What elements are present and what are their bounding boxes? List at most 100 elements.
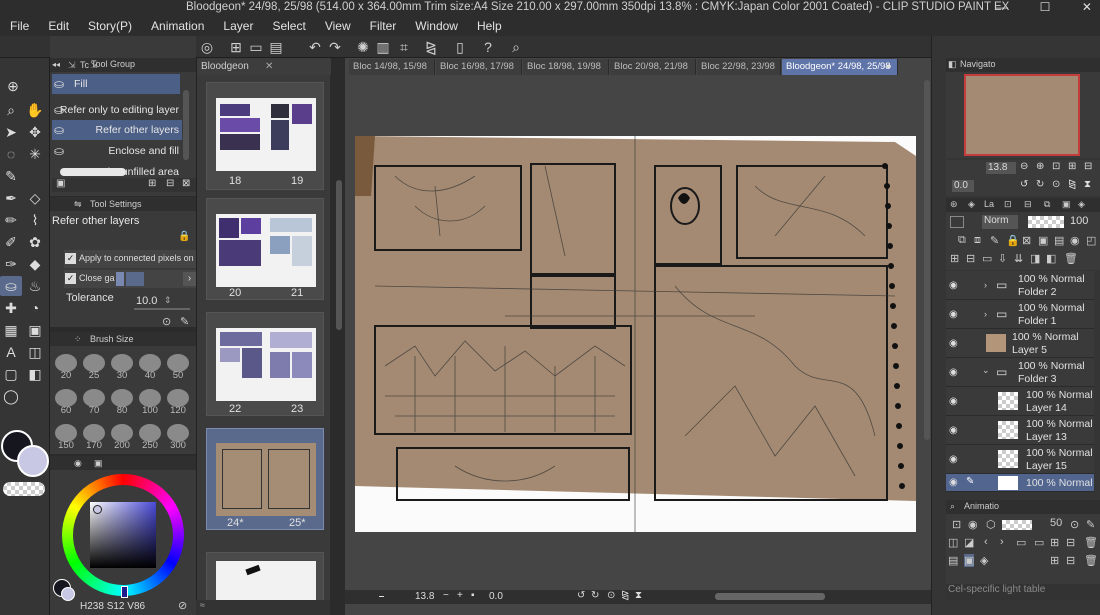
close-tab-icon[interactable]: ✕: [265, 59, 273, 75]
frame-icon[interactable]: ▦: [0, 320, 22, 340]
ruler-tool-icon[interactable]: ▣: [24, 320, 46, 340]
eraser-2-icon[interactable]: ◆: [24, 254, 46, 274]
lasso-icon[interactable]: ◌: [0, 144, 22, 164]
menu-select[interactable]: Select: [272, 19, 305, 33]
apply-connected-row[interactable]: ✓ Apply to connected pixels on: [64, 250, 196, 268]
flip-icon[interactable]: ⧎: [423, 39, 439, 55]
close-gap-checkbox[interactable]: ✓: [65, 273, 76, 284]
eyedropper-icon[interactable]: ✎: [0, 166, 22, 186]
auto-select-icon[interactable]: ✳: [24, 144, 46, 164]
reset-icon[interactable]: ⊙: [162, 315, 171, 328]
add-cel-icon[interactable]: ⊟: [1066, 536, 1075, 549]
create-mask-icon[interactable]: ◨: [1030, 252, 1040, 265]
brush-size-preset[interactable]: 80: [110, 389, 134, 416]
delete-cel-icon[interactable]: 🗑: [1084, 554, 1098, 567]
layer-extra-tab-icon[interactable]: ⧉: [1044, 199, 1050, 210]
add-cel-icon[interactable]: ⊞: [1050, 536, 1059, 549]
new-vector-layer-icon[interactable]: ⊟: [966, 252, 975, 265]
page-spread-20-21[interactable]: 20 21: [206, 198, 324, 300]
redo-icon[interactable]: ↷: [327, 39, 343, 55]
opacity-checker[interactable]: [1002, 520, 1032, 530]
eye-icon[interactable]: ◉: [949, 425, 961, 436]
decoration-icon[interactable]: ✿: [24, 232, 46, 252]
nav-fit-icon[interactable]: ⊡: [1052, 161, 1060, 172]
navigate-icon[interactable]: ⊕: [2, 76, 24, 96]
toggle-icon[interactable]: ▭: [1016, 536, 1026, 549]
new-folder-icon[interactable]: ▭: [982, 252, 992, 265]
toggle-icon[interactable]: ▭: [1034, 536, 1044, 549]
airbrush-icon[interactable]: ✐: [0, 232, 22, 252]
brush-size-preset[interactable]: 150: [54, 424, 78, 451]
copy-subtool-icon[interactable]: ⊟: [166, 178, 174, 189]
navigator-tab-icon[interactable]: ◧: [948, 59, 957, 70]
move-icon[interactable]: ✥: [24, 122, 46, 142]
sub-color-mini[interactable]: [61, 587, 75, 601]
layer-property-tab-icon[interactable]: ⊛: [950, 199, 958, 210]
apply-connected-checkbox[interactable]: ✓: [65, 253, 76, 264]
zoom-in-icon[interactable]: +: [457, 590, 463, 601]
nav-zoom-in-icon[interactable]: ⊕: [1036, 161, 1044, 172]
brush-size-preset[interactable]: 70: [82, 389, 106, 416]
layer-row-layer-5[interactable]: ◉ 100 % Normal Layer 5: [946, 329, 1094, 358]
subtool-refer-other-layers[interactable]: Refer other layers: [52, 120, 182, 140]
balloon-icon[interactable]: ◧: [24, 364, 46, 384]
color-slider-tab-icon[interactable]: ▣: [94, 456, 103, 470]
fill-bucket-icon[interactable]: ⛀: [0, 276, 22, 296]
eye-icon[interactable]: ◉: [949, 396, 961, 407]
blend-icon[interactable]: ✑: [0, 254, 22, 274]
color-picker-handle[interactable]: [93, 505, 102, 514]
close-gap-slider[interactable]: [126, 272, 144, 286]
subtool-enclose-and-fill[interactable]: Enclose and fill: [52, 141, 182, 161]
new-raster-layer-icon[interactable]: ⊞: [950, 252, 959, 265]
brush-size-preset[interactable]: 170: [82, 424, 106, 451]
close-gap-row[interactable]: ✓ Close ga ›: [64, 270, 196, 288]
layer-row-layer-13[interactable]: ◉ 100 % Normal Layer 13: [946, 416, 1094, 445]
figure-icon[interactable]: ✚: [0, 298, 22, 318]
opacity-value[interactable]: 100: [1070, 215, 1088, 227]
brush-size-preset[interactable]: 300: [166, 424, 190, 451]
brush-size-preset[interactable]: 25: [82, 354, 106, 381]
zoom-slider-left-icon[interactable]: ⎯: [379, 591, 384, 602]
canvas-scrollbar-vertical[interactable]: [924, 80, 930, 440]
navigator-preview[interactable]: [964, 74, 1080, 156]
zoom-icon[interactable]: ⌕: [0, 100, 22, 120]
operation-icon[interactable]: ➤: [0, 122, 22, 142]
canvas-scrollbar-horizontal[interactable]: [715, 593, 825, 600]
mask-icon[interactable]: ▣: [1038, 234, 1048, 247]
cel-icon[interactable]: ◪: [964, 536, 974, 549]
layer-row-layer-15[interactable]: ◉ 100 % Normal Layer 15: [946, 445, 1094, 474]
subtool-refer-only-editing[interactable]: Refer only to editing layer: [52, 100, 182, 120]
brush-size-preset[interactable]: 250: [138, 424, 162, 451]
nav-angle-value[interactable]: 0.0: [952, 180, 974, 192]
eraser-icon[interactable]: ◇: [24, 188, 46, 208]
expand-icon[interactable]: ›: [984, 309, 987, 319]
reset-rotation-icon[interactable]: ⊙: [607, 590, 615, 601]
merge-down-icon[interactable]: ⇊: [1014, 252, 1023, 265]
brush-size-preset[interactable]: 120: [166, 389, 190, 416]
speech-balloon-icon[interactable]: ◯: [0, 386, 22, 406]
nav-reset-rotation-icon[interactable]: ⊙: [1052, 179, 1060, 190]
open-icon[interactable]: ▭: [248, 39, 264, 55]
correct-line-icon[interactable]: ◫: [24, 342, 46, 362]
onion-skin-icon[interactable]: ⊡: [952, 518, 961, 531]
menu-filter[interactable]: Filter: [370, 19, 397, 33]
nav-zoom-value[interactable]: 13.8: [986, 162, 1016, 174]
flip-horizontal-icon[interactable]: ⧎: [621, 590, 629, 601]
minimize-icon[interactable]: —: [996, 0, 1008, 16]
nav-rotate-right-icon[interactable]: ↻: [1036, 179, 1044, 190]
layer-extra-tab-icon[interactable]: ▣: [1062, 199, 1071, 210]
brush-icon[interactable]: ⌇: [24, 210, 46, 230]
page-spread-18-19[interactable]: 18 19: [206, 82, 324, 190]
eye-icon[interactable]: ◉: [949, 367, 961, 378]
opacity-slider[interactable]: [1028, 216, 1064, 228]
nav-fit-screen-icon[interactable]: ⊟: [1084, 161, 1092, 172]
nav-rotate-left-icon[interactable]: ↺: [1020, 179, 1028, 190]
maximize-icon[interactable]: ☐: [1040, 0, 1051, 16]
rotate-left-icon[interactable]: ↺: [577, 590, 585, 601]
hand-icon[interactable]: ✋: [24, 100, 46, 120]
help-icon[interactable]: ?: [480, 39, 496, 55]
ruler-display-icon[interactable]: ▤: [1054, 234, 1064, 247]
apply-mask-icon[interactable]: ◧: [1046, 252, 1056, 265]
brush-size-preset[interactable]: 30: [110, 354, 134, 381]
layer-stack-icon[interactable]: ⬡: [986, 518, 996, 531]
